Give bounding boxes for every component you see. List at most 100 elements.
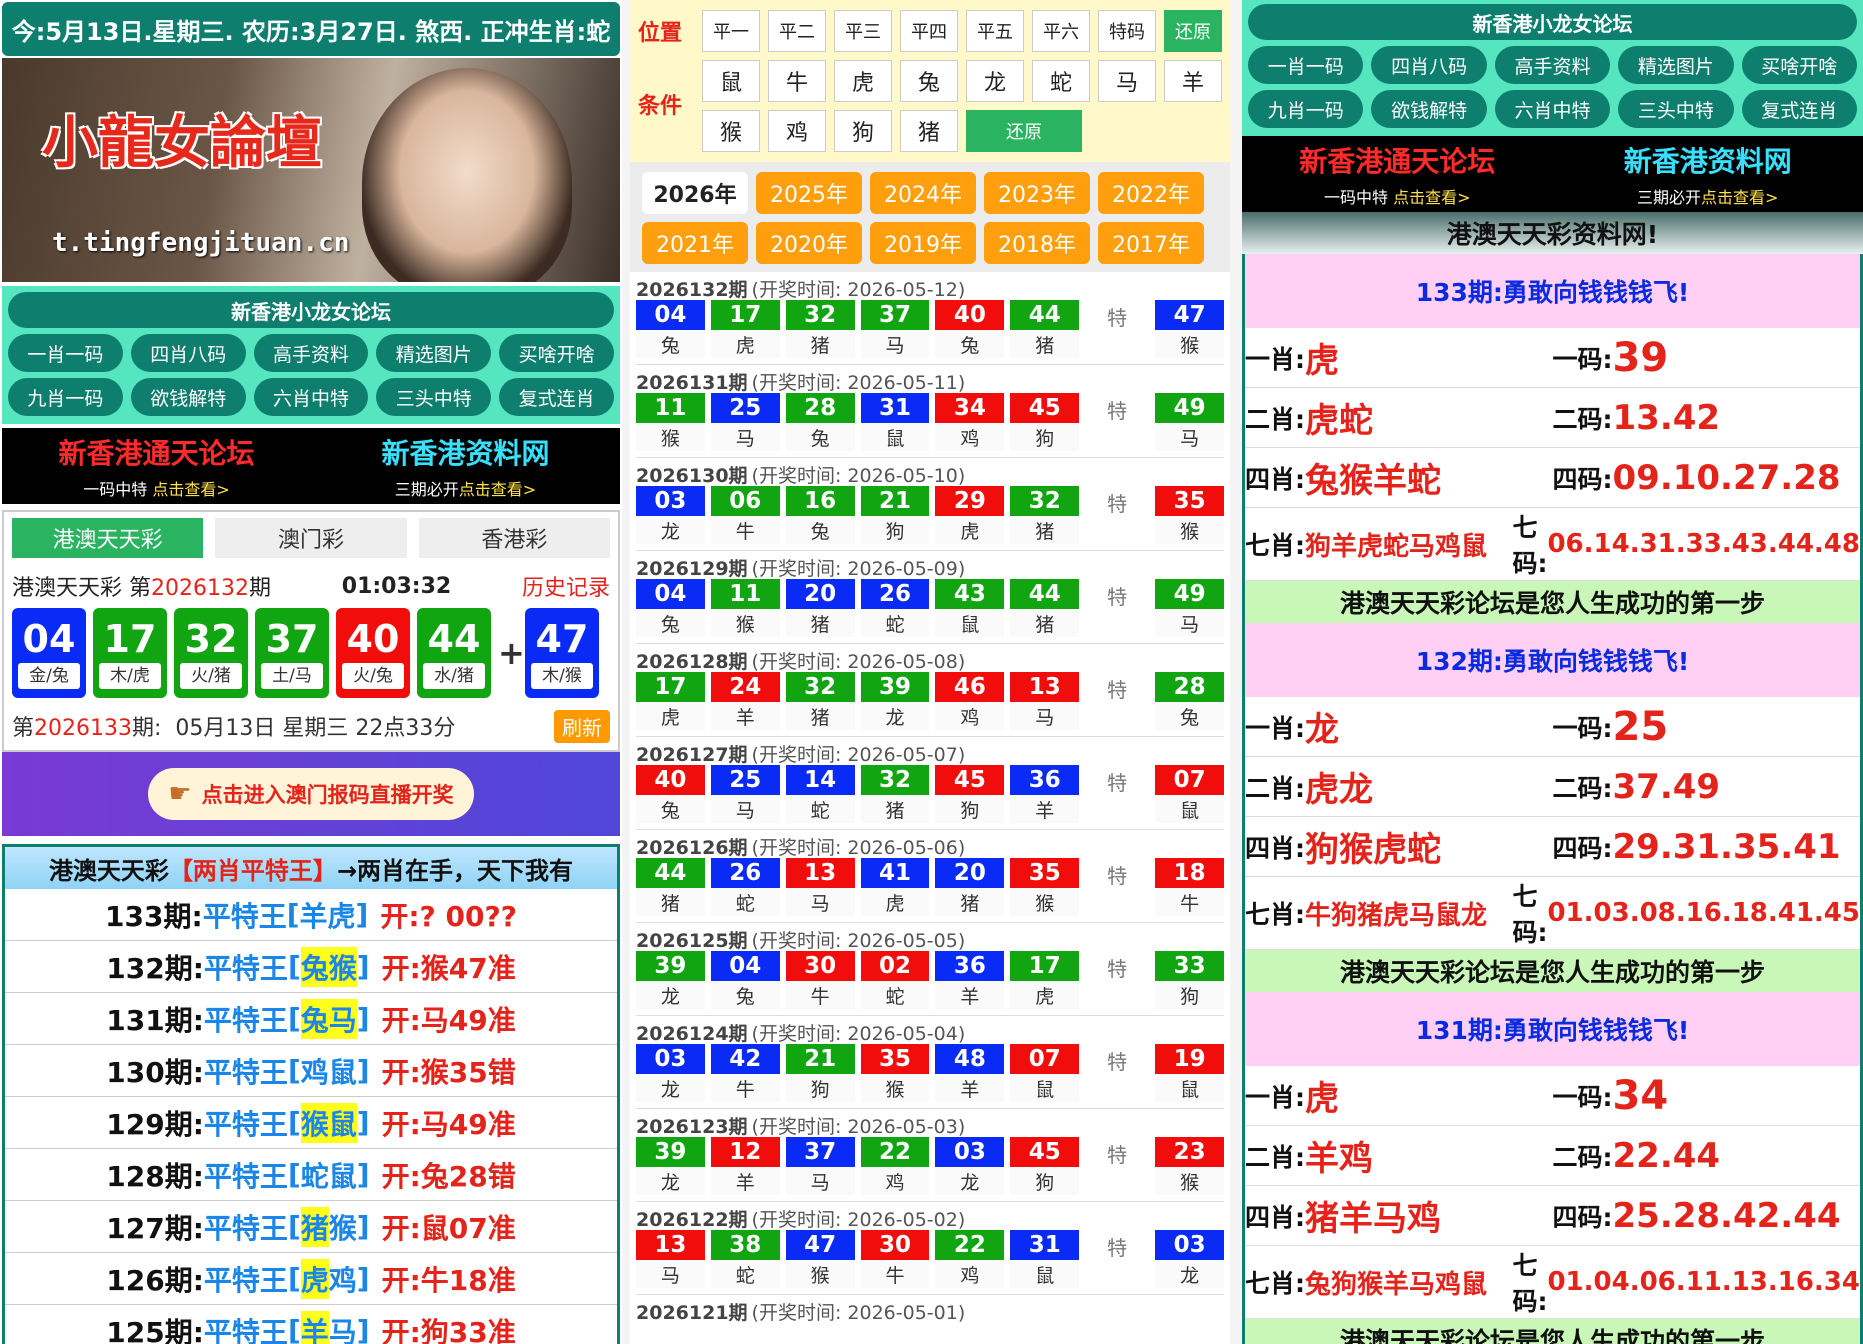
tab-macau[interactable]: 澳门彩 [215, 518, 407, 558]
nav-item[interactable]: 高手资料 [253, 334, 369, 372]
year-tab[interactable]: 2020年 [756, 222, 862, 264]
middle-column: 位置 平一 平二 平三 平四 平五 平六 特码 还原 条件 鼠 牛 虎 兔 龙 … [630, 0, 1230, 1344]
ad-ziliao[interactable]: 新香港资料网 三期必开点击查看> [311, 428, 620, 504]
year-tab[interactable]: 2017年 [1098, 222, 1204, 264]
ad-link[interactable]: 点击查看> [459, 480, 536, 499]
nav-item[interactable]: 复式连肖 [499, 378, 614, 416]
zodiac-button[interactable]: 猴 [702, 110, 760, 152]
ad-banner[interactable]: 新香港通天论坛 一码中特 点击查看> 新香港资料网 三期必开点击查看> [2, 428, 620, 504]
draw-id: 2026124期 [636, 1022, 748, 1045]
year-tab[interactable]: 2024年 [870, 172, 976, 214]
zodiac-button[interactable]: 狗 [834, 110, 892, 152]
bracket-open: [ [287, 1210, 301, 1243]
draw-id: 2026131期 [636, 371, 748, 394]
year-tab[interactable]: 2025年 [756, 172, 862, 214]
nav-item[interactable]: 九肖一码 [1248, 90, 1364, 128]
draw-entry: 2026123期 (开奖时间: 2026-05-03) 39 龙 12 羊 37 马 22 鸡 03… [630, 1109, 1230, 1202]
draw-ball-number: 44 [1010, 579, 1080, 609]
zodiac-button[interactable]: 鸡 [768, 110, 826, 152]
draw-ball-number: 25 [710, 765, 780, 795]
pos-button[interactable]: 特码 [1098, 10, 1156, 52]
draw-ball-zodiac: 猴 [1155, 1167, 1225, 1195]
pingte-result: 开:? 00?? [380, 899, 517, 933]
zodiac-button[interactable]: 猪 [900, 110, 958, 152]
nav-item[interactable]: 一肖一码 [1248, 46, 1364, 84]
zodiac-button[interactable]: 马 [1098, 60, 1156, 102]
nav-item[interactable]: 复式连肖 [1741, 90, 1857, 128]
ad-link[interactable]: 点击查看> [152, 480, 229, 499]
draw-header: 2026125期 (开奖时间: 2026-05-05) [636, 927, 1224, 952]
pos-button[interactable]: 平四 [900, 10, 958, 52]
refresh-button[interactable]: 刷新 [554, 709, 610, 743]
nav-item[interactable]: 三头中特 [1618, 90, 1734, 128]
year-tab[interactable]: 2026年 [642, 172, 748, 214]
draw-numbers: 44 猪 26 蛇 13 马 41 虎 20 猪 35 猴特 18 牛 [636, 858, 1225, 923]
nav-title[interactable]: 新香港小龙女论坛 [8, 292, 614, 328]
ad-tongtian[interactable]: 新香港通天论坛 一码中特 点击查看> [1242, 136, 1553, 212]
year-tab[interactable]: 2019年 [870, 222, 976, 264]
nav-item[interactable]: 四肖八码 [1371, 46, 1487, 84]
nav-item[interactable]: 欲钱解特 [1371, 90, 1487, 128]
ad-banner[interactable]: 新香港通天论坛 一码中特 点击查看> 新香港资料网 三期必开点击查看> [1242, 136, 1863, 212]
condition-reset-button[interactable]: 还原 [966, 110, 1082, 152]
prediction-value: 虎 [1305, 1079, 1339, 1119]
pos-button[interactable]: 平三 [834, 10, 892, 52]
draw-id: 2026121期 [636, 1301, 748, 1324]
draw-special-ball: 35 猴 [1155, 486, 1225, 544]
forum-banner[interactable]: 小龍女論壇 t.tingfengjituan.cn [2, 58, 620, 282]
year-tab[interactable]: 2022年 [1098, 172, 1204, 214]
nav-item[interactable]: 九肖一码 [8, 378, 123, 416]
pos-button[interactable]: 平一 [702, 10, 760, 52]
zodiac-button[interactable]: 羊 [1164, 60, 1222, 102]
prediction-label: 一码: [1552, 1082, 1613, 1112]
tab-hongkong[interactable]: 香港彩 [418, 518, 610, 558]
year-tab[interactable]: 2021年 [642, 222, 748, 264]
nav-title[interactable]: 新香港小龙女论坛 [1248, 4, 1857, 40]
zodiac-button[interactable]: 蛇 [1032, 60, 1090, 102]
zodiac-button[interactable]: 兔 [900, 60, 958, 102]
nav-item[interactable]: 一肖一码 [8, 334, 123, 372]
draw-ball: 29 虎 [935, 486, 1005, 544]
nav-item[interactable]: 高手资料 [1494, 46, 1611, 84]
nav-item[interactable]: 买啥开啥 [1741, 46, 1857, 84]
draw-ball-number: 20 [935, 858, 1005, 888]
history-link[interactable]: 历史记录 [522, 570, 610, 602]
nav-item[interactable]: 三头中特 [376, 378, 492, 416]
zodiac-button[interactable]: 龙 [966, 60, 1024, 102]
ad-tongtian[interactable]: 新香港通天论坛 一码中特 点击查看> [2, 428, 311, 504]
nav-item[interactable]: 六肖中特 [1494, 90, 1611, 128]
nav-item[interactable]: 精选图片 [376, 334, 492, 372]
zodiac-button[interactable]: 虎 [834, 60, 892, 102]
prediction-footer: 港澳天天彩论坛是您人生成功的第一步 [1245, 950, 1860, 992]
pos-reset-button[interactable]: 还原 [1164, 10, 1222, 52]
year-tab[interactable]: 2023年 [984, 172, 1090, 214]
pos-button[interactable]: 平五 [966, 10, 1024, 52]
nav-item[interactable]: 四肖八码 [130, 334, 246, 372]
ad-link[interactable]: 点击查看> [1393, 188, 1470, 207]
pos-button[interactable]: 平二 [768, 10, 826, 52]
draw-ball-number: 22 [860, 1137, 930, 1167]
bracket-open: [ [287, 1106, 301, 1139]
zodiac-button[interactable]: 牛 [768, 60, 826, 102]
draw-ball-zodiac: 羊 [935, 981, 1005, 1009]
draw-ball-zodiac: 羊 [710, 1167, 780, 1195]
tab-gangao[interactable]: 港澳天天彩 [12, 518, 204, 558]
year-tab[interactable]: 2018年 [984, 222, 1090, 264]
nav-item[interactable]: 六肖中特 [253, 378, 369, 416]
nav-item[interactable]: 精选图片 [1618, 46, 1734, 84]
draw-ball-zodiac: 狗 [785, 1074, 855, 1102]
draw-ball-zodiac: 猪 [785, 330, 855, 358]
ad-ziliao[interactable]: 新香港资料网 三期必开点击查看> [1553, 136, 1863, 212]
pos-button[interactable]: 平六 [1032, 10, 1090, 52]
draw-ball-number: 21 [785, 1044, 855, 1074]
prediction-label: 四码: [1552, 1202, 1613, 1232]
ad-link[interactable]: 点击查看> [1701, 188, 1778, 207]
draw-ball: 45 狗 [1010, 1137, 1080, 1195]
zodiac-button[interactable]: 鼠 [702, 60, 760, 102]
nav-item[interactable]: 买啥开啥 [499, 334, 614, 372]
lottery-ball: 40 火/兔 [336, 608, 410, 698]
draw-ball: 04 兔 [636, 579, 705, 637]
live-button[interactable]: ☛ 点击进入澳门报码直播开奖 [148, 768, 474, 820]
pingte-rows: 133期: 平特王[羊虎] 开:? 00?? 132期: 平特王[兔猴] 开:猴47准 13… [5, 889, 617, 1344]
nav-item[interactable]: 欲钱解特 [130, 378, 246, 416]
